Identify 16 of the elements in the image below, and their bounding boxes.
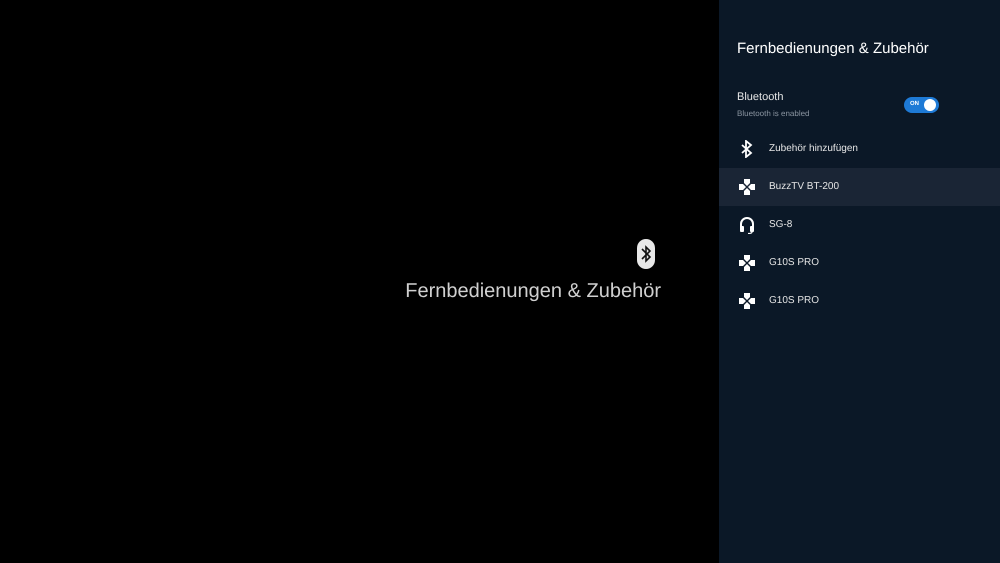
device-row[interactable]: Zubehör hinzufügen xyxy=(719,130,1000,168)
device-row[interactable]: SG-8 xyxy=(719,206,1000,244)
bluetooth-icon xyxy=(636,238,656,270)
page-title: Fernbedienungen & Zubehör xyxy=(405,279,661,304)
toggle-knob xyxy=(924,98,936,110)
setting-subtitle: Bluetooth is enabled xyxy=(737,108,810,120)
device-row[interactable]: G10S PRO xyxy=(719,244,1000,282)
bluetooth-icon xyxy=(741,140,753,158)
panel-title: Fernbedienungen & Zubehör xyxy=(736,39,930,59)
headset-icon xyxy=(739,216,755,234)
gamepad-icon xyxy=(738,178,756,196)
device-row[interactable]: BuzzTV BT-200 xyxy=(719,168,1000,206)
gamepad-icon xyxy=(738,292,756,310)
device-row[interactable]: G10S PRO xyxy=(719,282,1000,320)
setting-label: Bluetooth xyxy=(737,90,784,106)
gamepad-icon xyxy=(738,254,756,272)
